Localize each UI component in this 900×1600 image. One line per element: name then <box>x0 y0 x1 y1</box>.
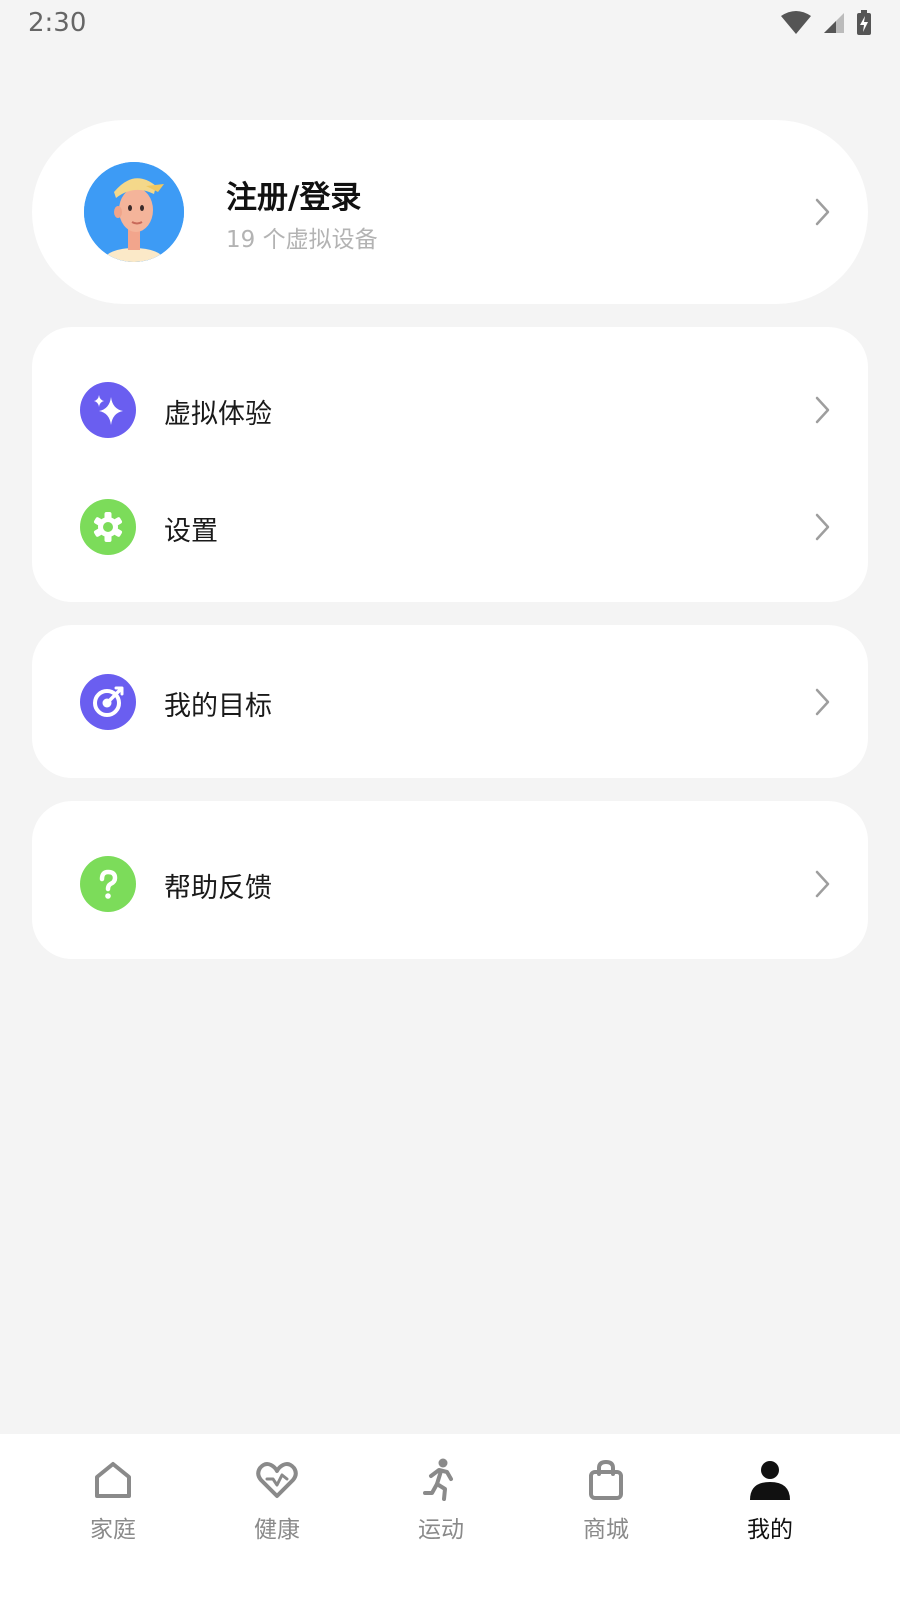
status-bar: 2:30 <box>0 0 900 52</box>
menu-item-label: 虚拟体验 <box>164 399 272 430</box>
menu-item-help-feedback[interactable]: 帮助反馈 <box>32 842 868 926</box>
target-icon <box>80 674 136 730</box>
menu-item-label: 我的目标 <box>164 691 272 722</box>
avatar-illustration-icon <box>84 162 184 262</box>
running-icon <box>423 1458 453 1501</box>
menu-item-label: 设置 <box>164 516 218 547</box>
tab-sports[interactable]: 运动 <box>381 1452 501 1562</box>
tab-health[interactable]: 健康 <box>217 1452 337 1562</box>
tab-mine[interactable]: 我的 <box>710 1452 830 1562</box>
chevron-right-icon <box>815 198 830 226</box>
bottom-nav: 家庭 健康 运动 商城 我的 <box>0 1434 900 1600</box>
tab-home[interactable]: 家庭 <box>53 1452 173 1562</box>
tab-label: 运动 <box>418 1517 464 1543</box>
menu-item-settings[interactable]: 设置 <box>32 485 868 569</box>
heart-icon <box>256 1462 298 1498</box>
menu-group-2: 我的目标 <box>32 625 868 778</box>
cellular-signal-icon <box>824 13 844 33</box>
menu-item-label: 帮助反馈 <box>164 873 272 904</box>
tab-mall[interactable]: 商城 <box>546 1452 666 1562</box>
menu-group-1: 虚拟体验 设置 <box>32 327 868 602</box>
help-icon <box>80 856 136 912</box>
battery-charging-icon <box>857 10 871 35</box>
shopping-bag-icon <box>589 1459 623 1500</box>
virtual-device-count: 19 个虚拟设备 <box>226 227 378 253</box>
profile-card[interactable]: 注册/登录 19 个虚拟设备 <box>32 120 868 304</box>
status-time: 2:30 <box>28 8 87 38</box>
status-icons <box>780 10 872 36</box>
profile-name[interactable]: 注册/登录 <box>226 172 361 217</box>
person-icon <box>750 1461 790 1500</box>
chevron-right-icon <box>815 688 830 716</box>
chevron-right-icon <box>815 513 830 541</box>
menu-group-3: 帮助反馈 <box>32 801 868 959</box>
tab-label: 商城 <box>583 1517 629 1543</box>
avatar[interactable] <box>84 162 184 262</box>
menu-item-my-goals[interactable]: 我的目标 <box>32 660 868 744</box>
tab-label: 健康 <box>254 1517 300 1543</box>
sparkle-icon <box>80 382 136 438</box>
chevron-right-icon <box>815 870 830 898</box>
tab-label: 家庭 <box>90 1517 136 1543</box>
gear-icon <box>80 499 136 555</box>
chevron-right-icon <box>815 396 830 424</box>
menu-item-virtual-experience[interactable]: 虚拟体验 <box>32 368 868 452</box>
tab-label: 我的 <box>747 1517 793 1543</box>
home-icon <box>95 1462 131 1498</box>
wifi-icon <box>781 11 811 34</box>
